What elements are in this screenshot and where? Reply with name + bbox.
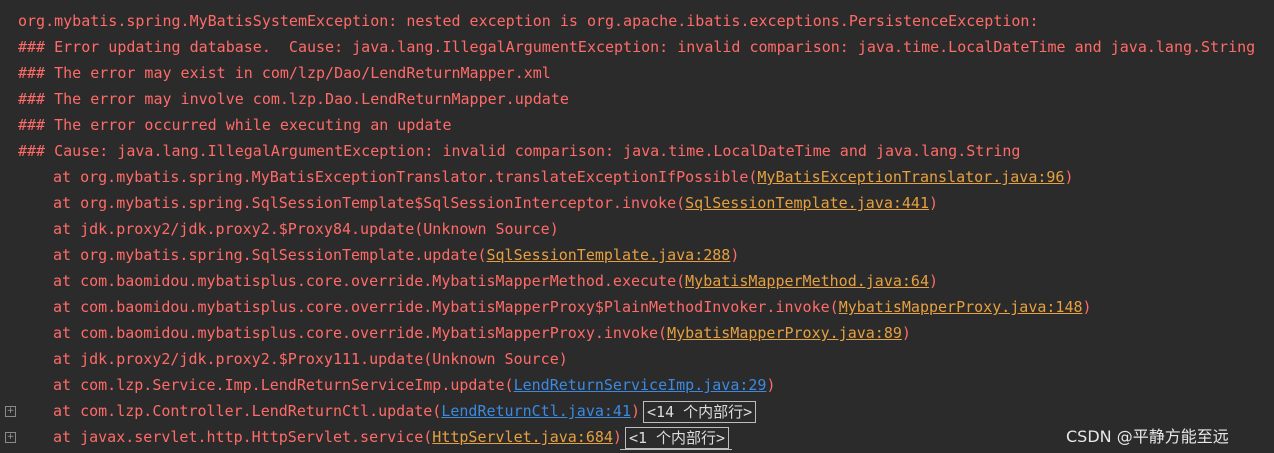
stack-frame-text: at org.mybatis.spring.MyBatisExceptionTr… [53, 168, 758, 186]
stack-frame: at org.mybatis.spring.SqlSessionTemplate… [53, 242, 739, 268]
stack-frame-text: at org.mybatis.spring.SqlSessionTemplate… [53, 246, 487, 264]
error-cause-line: ### Error updating database. Cause: java… [18, 38, 1256, 56]
stack-frame-end: ) [929, 272, 939, 290]
stack-frame: at com.baomidou.mybatisplus.core.overrid… [53, 268, 938, 294]
stack-frame-text: at com.baomidou.mybatisplus.core.overrid… [53, 298, 839, 316]
source-link[interactable]: LendReturnServiceImp.java:29 [514, 376, 767, 394]
stack-frame: at com.lzp.Controller.LendReturnCtl.upda… [53, 398, 757, 424]
source-link[interactable]: SqlSessionTemplate.java:288 [486, 246, 730, 264]
source-link[interactable]: HttpServlet.java:684 [432, 428, 613, 446]
folded-lines-badge[interactable]: <14 个内部行> [643, 400, 757, 423]
stack-frame-text: at jdk.proxy2/jdk.proxy2.$Proxy111.updat… [53, 350, 568, 368]
stack-frame-end: ) [1064, 168, 1074, 186]
stack-frame: at jdk.proxy2/jdk.proxy2.$Proxy111.updat… [53, 346, 568, 372]
error-location-line: ### The error may exist in com/lzp/Dao/L… [18, 64, 551, 82]
stack-frame-end: ) [612, 428, 622, 446]
stack-frame: at com.baomidou.mybatisplus.core.overrid… [53, 294, 1092, 320]
plus-box-icon[interactable]: + [5, 432, 16, 443]
stack-frame-end: ) [630, 402, 641, 420]
stack-frame: at com.baomidou.mybatisplus.core.overrid… [53, 320, 911, 346]
console-output[interactable]: org.mybatis.spring.MyBatisSystemExceptio… [0, 0, 1274, 453]
stack-frame: at org.mybatis.spring.MyBatisExceptionTr… [53, 164, 1073, 190]
error-involve-line: ### The error may involve com.lzp.Dao.Le… [18, 90, 569, 108]
source-link[interactable]: MyBatisExceptionTranslator.java:96 [757, 168, 1064, 186]
stack-frame-end: ) [901, 324, 911, 342]
source-link[interactable]: SqlSessionTemplate.java:441 [685, 194, 929, 212]
stack-frame-text: at com.lzp.Service.Imp.LendReturnService… [53, 376, 514, 394]
plus-box-icon[interactable]: + [5, 406, 16, 417]
error-root-cause-line: ### Cause: java.lang.IllegalArgumentExce… [18, 142, 1021, 160]
stack-frame: at com.lzp.Service.Imp.LendReturnService… [53, 372, 775, 398]
stack-frame-end: ) [1082, 298, 1092, 316]
stack-frame-text: at jdk.proxy2/jdk.proxy2.$Proxy84.update… [53, 220, 559, 238]
stack-frame-end: ) [730, 246, 740, 264]
stack-frame-text: at com.baomidou.mybatisplus.core.overrid… [53, 272, 686, 290]
source-link[interactable]: MybatisMapperProxy.java:148 [839, 298, 1083, 316]
stack-frame: at javax.servlet.http.HttpServlet.servic… [53, 424, 730, 450]
source-link[interactable]: LendReturnCtl.java:41 [441, 402, 631, 420]
stack-frame: at jdk.proxy2/jdk.proxy2.$Proxy84.update… [53, 216, 559, 242]
exception-header-line: org.mybatis.spring.MyBatisSystemExceptio… [18, 12, 1048, 30]
stack-frame-text: at com.lzp.Controller.LendReturnCtl.upda… [53, 402, 442, 420]
error-occurred-line: ### The error occurred while executing a… [18, 116, 452, 134]
stack-frame: at org.mybatis.spring.SqlSessionTemplate… [53, 190, 938, 216]
stack-frame-text: at org.mybatis.spring.SqlSessionTemplate… [53, 194, 686, 212]
stack-frame-end: ) [766, 376, 776, 394]
source-link[interactable]: MybatisMapperProxy.java:89 [667, 324, 902, 342]
watermark: CSDN @平静方能至远 [1066, 427, 1229, 446]
stack-frame-text: at com.baomidou.mybatisplus.core.overrid… [53, 324, 668, 342]
folded-lines-badge[interactable]: <1 个内部行> [624, 426, 730, 449]
stack-frame-text: at javax.servlet.http.HttpServlet.servic… [53, 428, 433, 446]
stack-frame-end: ) [929, 194, 939, 212]
next-fold-badge-edge [620, 449, 732, 453]
source-link[interactable]: MybatisMapperMethod.java:64 [685, 272, 929, 290]
